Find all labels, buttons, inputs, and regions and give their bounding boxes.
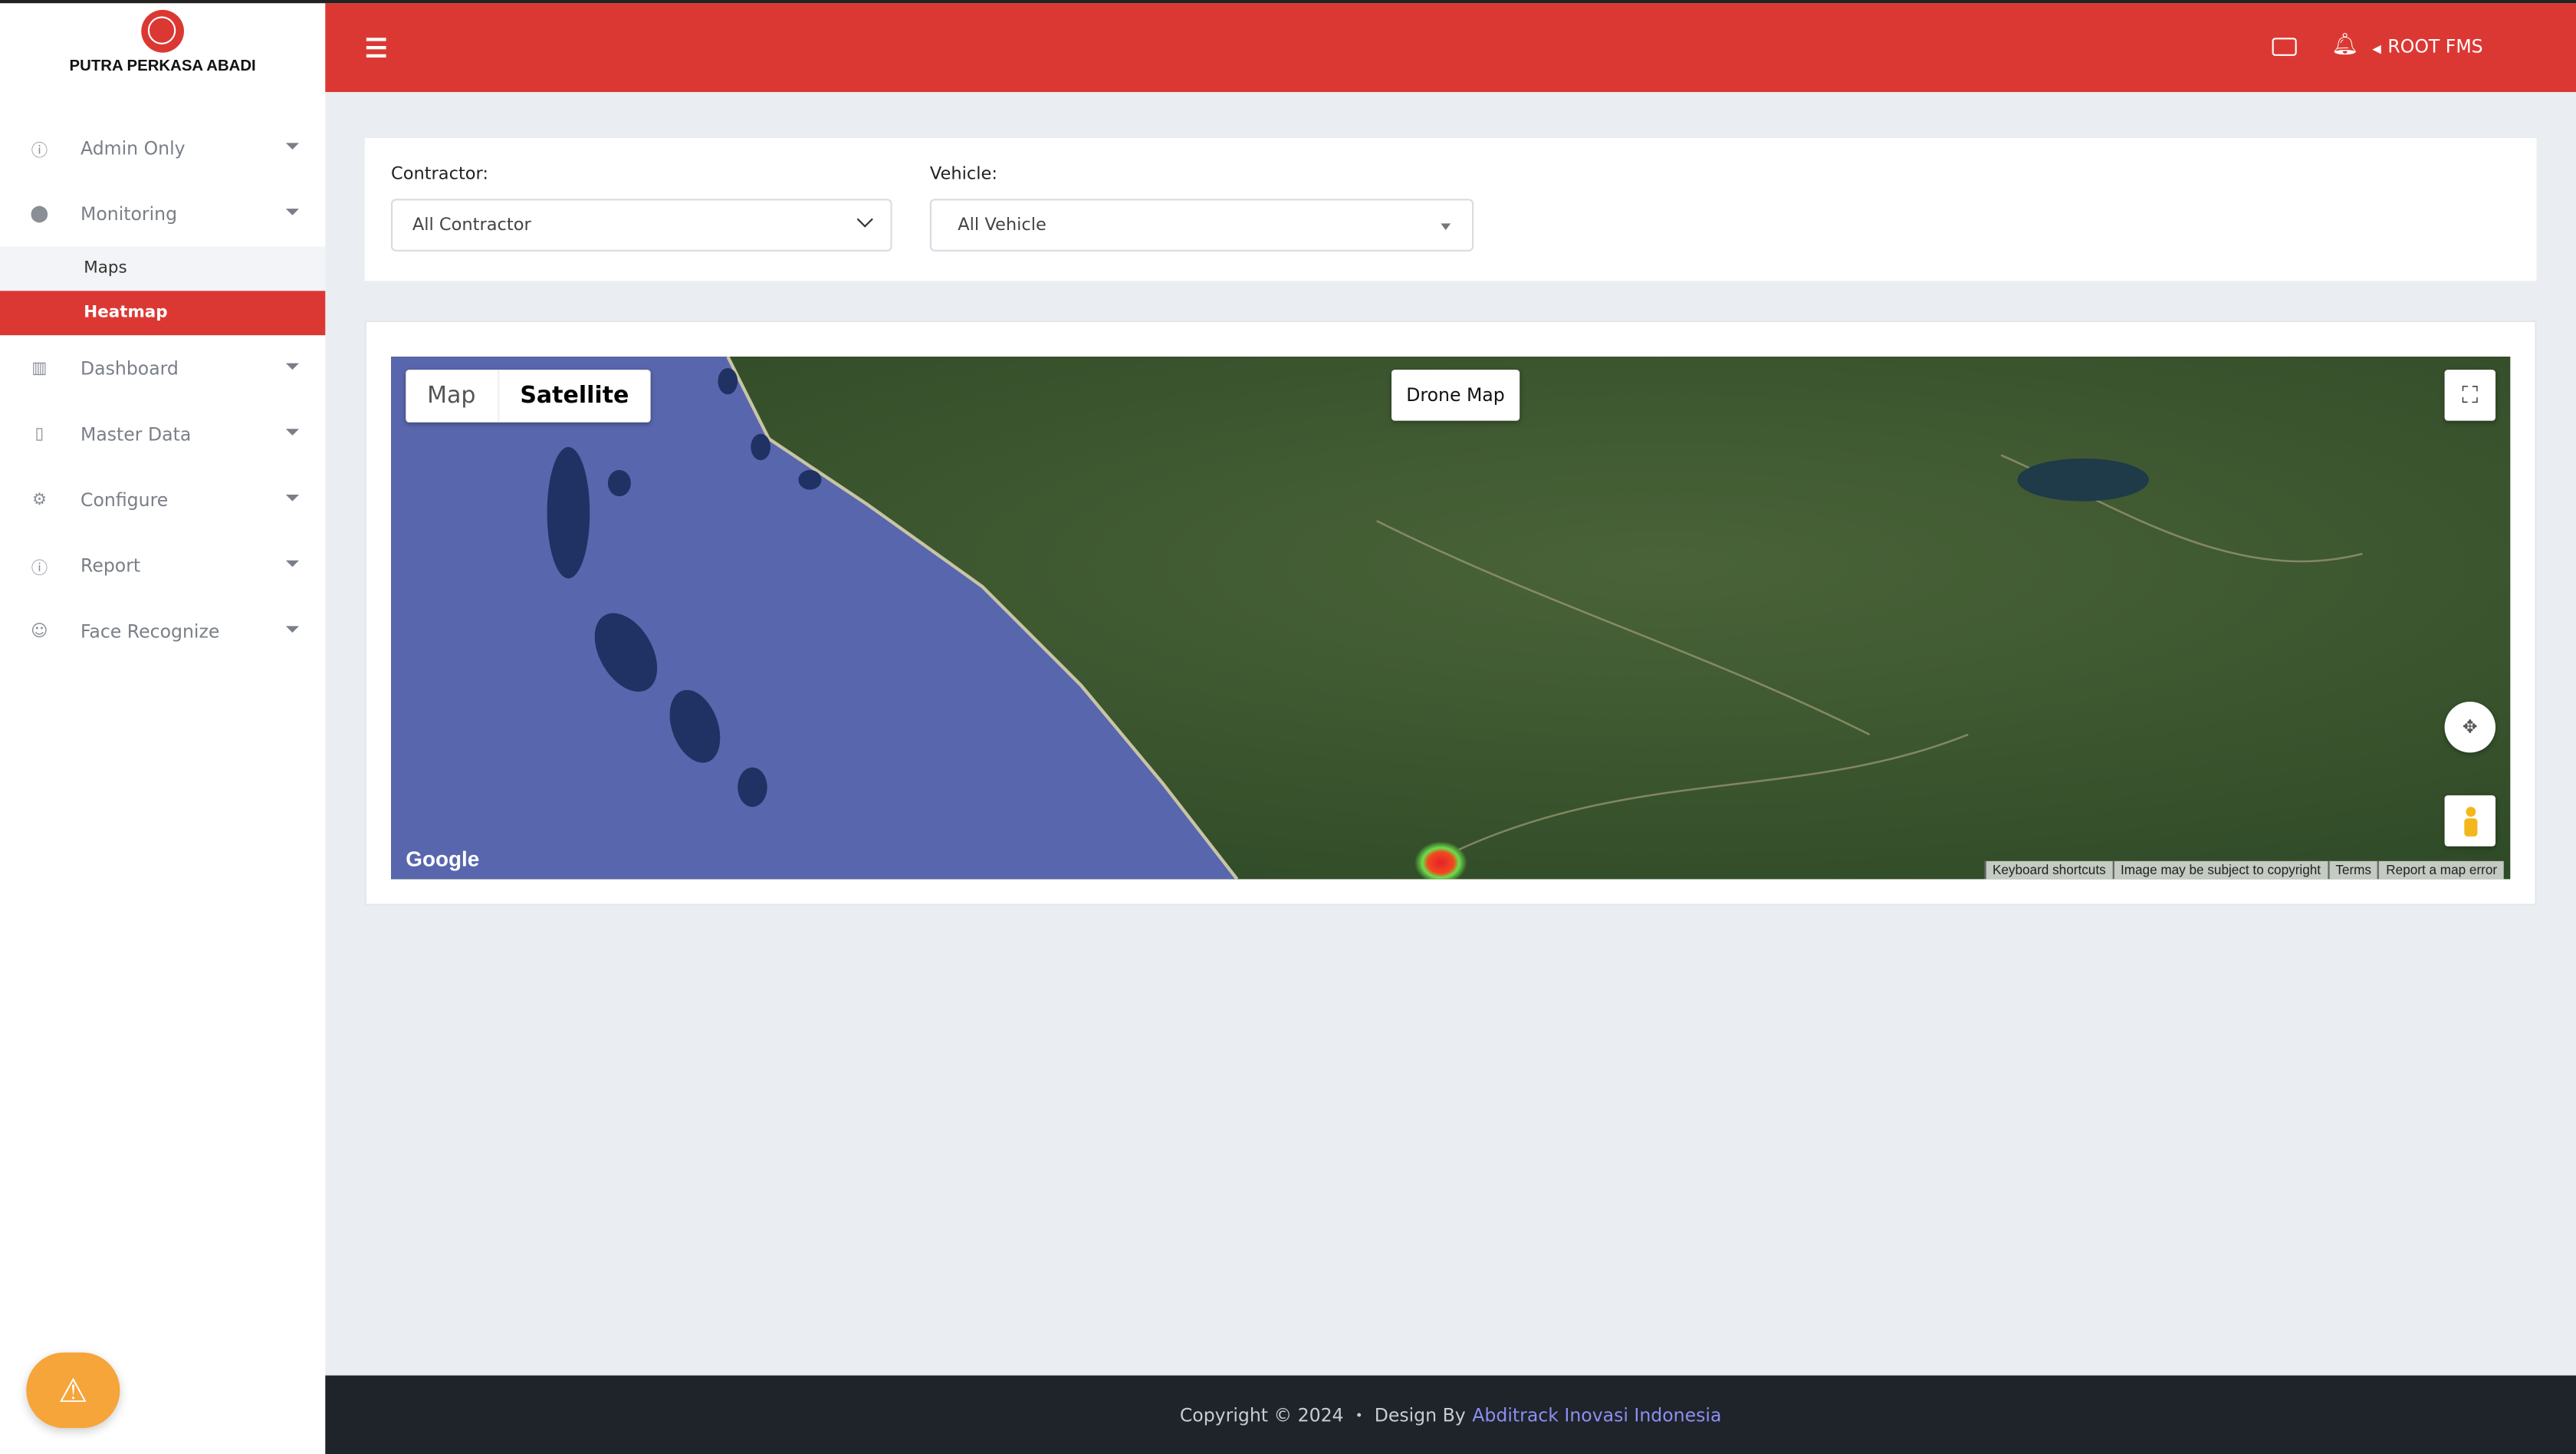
map-type-control: Map Satellite	[406, 370, 651, 423]
map-type-map-button[interactable]: Map	[406, 370, 499, 423]
columns-icon: ▥	[31, 359, 48, 377]
bell-icon[interactable]: 🔔︎	[2331, 33, 2358, 58]
contractor-label: Contractor:	[390, 164, 488, 184]
contractor-select[interactable]: All Contractor	[390, 199, 892, 252]
keyboard-shortcuts-link[interactable]: Keyboard shortcuts	[1984, 860, 2113, 880]
terms-link[interactable]: Terms	[2327, 860, 2378, 880]
top-header: 🔔︎ ◀ ROOT FMS	[325, 3, 2576, 93]
satellite-imagery	[390, 357, 2511, 880]
pan-control-icon[interactable]: ✥	[2444, 702, 2496, 753]
heatmap-map[interactable]: Map Satellite Drone Map ⛶ ✥ Google Keybo…	[390, 357, 2511, 880]
sidebar-nav: ⓘ Admin Only ⬤ Monitoring Maps Heatmap ▥ Da…	[0, 115, 326, 664]
map-type-satellite-button[interactable]: Satellite	[498, 370, 650, 423]
warning-icon: ⚠	[58, 1370, 88, 1410]
gear-icon: ⚙	[31, 490, 48, 509]
user-name: ROOT FMS	[2387, 36, 2483, 58]
sidebar-item-label: Master Data	[80, 423, 192, 445]
sidebar-item-label: Dashboard	[80, 357, 179, 379]
file-icon: ▯	[34, 424, 44, 443]
sidebar-subitem-maps[interactable]: Maps	[0, 246, 326, 291]
caret-down-icon	[285, 209, 299, 215]
map-pin-icon: ⬤	[30, 204, 49, 223]
vehicle-select[interactable]: All Vehicle	[929, 199, 1474, 252]
google-logo: Google	[406, 846, 480, 871]
sidebar-item-label: Configure	[80, 489, 169, 511]
drone-map-button[interactable]: Drone Map	[1392, 370, 1520, 421]
user-menu[interactable]: ◀ ROOT FMS	[2372, 36, 2482, 58]
sidebar-item-dashboard[interactable]: ▥ Dashboard	[0, 335, 325, 401]
logo-icon	[141, 9, 184, 53]
sidebar-item-face-recognize[interactable]: ☺ Face Recognize	[0, 598, 325, 664]
sidebar-item-monitoring[interactable]: ⬤ Monitoring	[0, 181, 325, 247]
lake	[2017, 458, 2149, 502]
footer: Copyright © 2024 • Design By Abditrack I…	[325, 1375, 2576, 1454]
contractor-value: All Contractor	[412, 215, 531, 235]
sidebar-item-master-data[interactable]: ▯ Master Data	[0, 401, 325, 467]
sidebar-item-label: Admin Only	[80, 137, 186, 159]
company-link[interactable]: Abditrack Inovasi Indonesia	[1472, 1404, 1721, 1426]
footer-separator: •	[1355, 1407, 1363, 1423]
pegman-icon[interactable]	[2444, 795, 2496, 847]
sidebar-item-report[interactable]: ⓘ Report	[0, 532, 325, 598]
caret-left-icon: ◀	[2372, 42, 2381, 56]
sidebar-item-label: Monitoring	[80, 202, 178, 225]
brand-logo[interactable]: PUTRA PERKASA ABADI	[0, 9, 325, 76]
caret-down-icon	[285, 626, 299, 633]
mail-icon[interactable]	[2272, 38, 2297, 56]
caret-down-icon	[285, 363, 299, 370]
info-icon: ⓘ	[31, 559, 48, 578]
caret-down-icon	[285, 495, 299, 502]
design-by-text: Design By	[1374, 1404, 1466, 1426]
copyright-notice: Image may be subject to copyright	[2112, 860, 2328, 880]
caret-down-icon	[285, 429, 299, 436]
sidebar-item-label: Face Recognize	[80, 620, 220, 642]
face-scan-icon: ☺	[31, 622, 48, 640]
hamburger-menu-icon[interactable]	[366, 38, 386, 62]
sidebar: PUTRA PERKASA ABADI ⓘ Admin Only ⬤ Monitor…	[0, 3, 326, 1454]
caret-down-icon	[285, 560, 299, 567]
caret-down-icon	[285, 143, 299, 150]
copyright-text: Copyright © 2024	[1179, 1404, 1344, 1426]
sidebar-subitem-heatmap[interactable]: Heatmap	[0, 291, 326, 336]
warning-alert-button[interactable]: ⚠	[26, 1352, 120, 1429]
vehicle-label: Vehicle:	[929, 164, 997, 184]
filter-card: Contractor: All Contractor Vehicle: All …	[364, 138, 2537, 281]
sidebar-item-configure[interactable]: ⚙ Configure	[0, 467, 325, 533]
vehicle-value: All Vehicle	[958, 215, 1046, 235]
chevron-down-icon	[856, 211, 873, 228]
brand-name: PUTRA PERKASA ABADI	[69, 58, 256, 76]
map-attribution: Keyboard shortcuts Image may be subject …	[1984, 860, 2504, 880]
caret-down-icon	[1441, 223, 1451, 230]
info-icon: ⓘ	[31, 142, 48, 160]
report-map-error-link[interactable]: Report a map error	[2377, 860, 2504, 880]
sidebar-item-admin-only[interactable]: ⓘ Admin Only	[0, 115, 325, 181]
sidebar-item-label: Report	[80, 554, 141, 577]
fullscreen-icon[interactable]: ⛶	[2444, 370, 2496, 421]
